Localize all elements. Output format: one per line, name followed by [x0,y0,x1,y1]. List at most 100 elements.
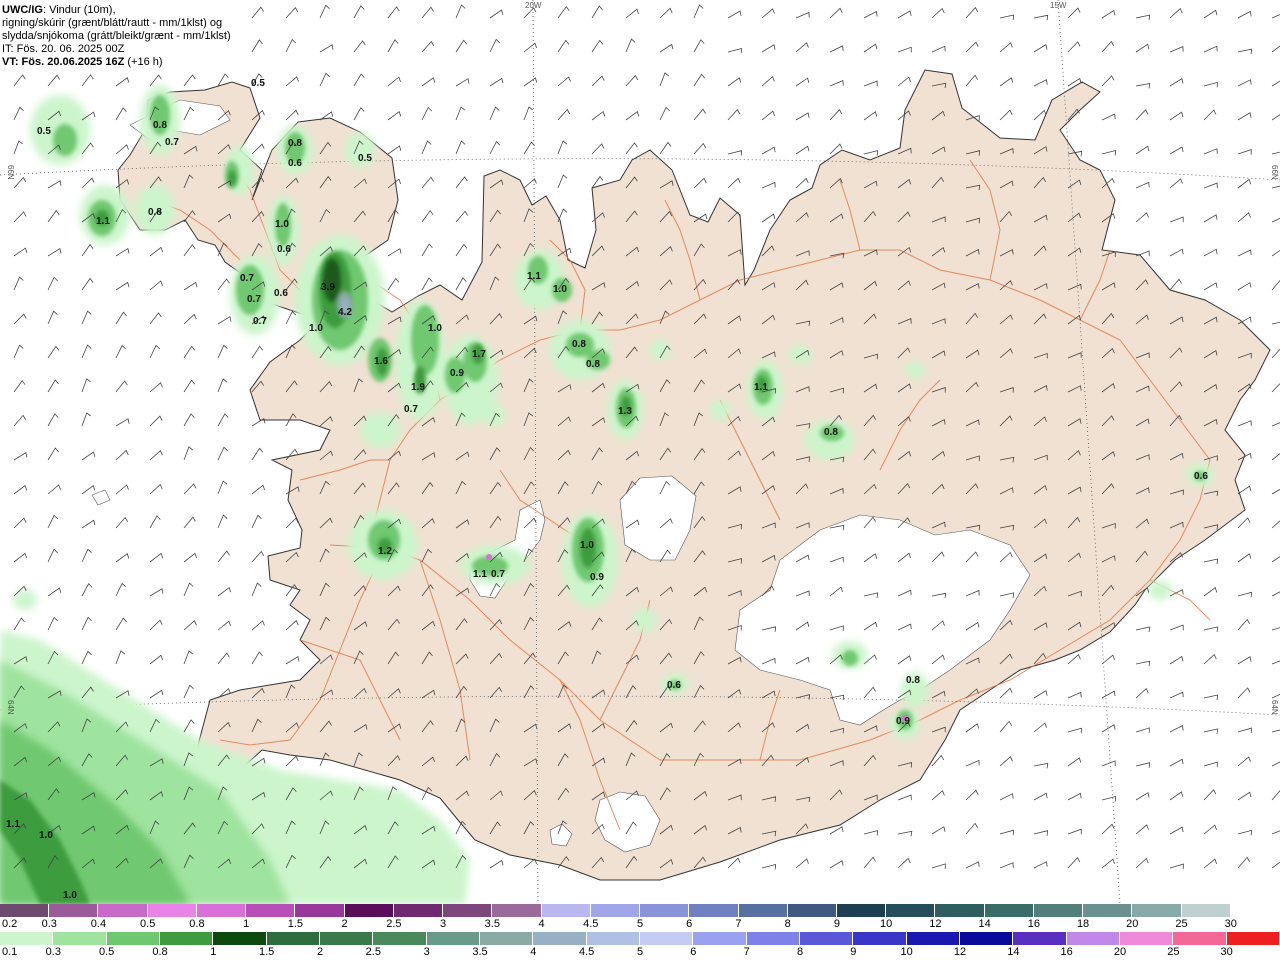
legend-swatch [984,904,1034,917]
precip-label: 0.7 [404,404,418,415]
legend-swatch [295,904,345,917]
precip-label: 0.8 [148,207,162,218]
legend-label: 7 [743,946,750,958]
legend-swatch [159,932,214,945]
legend-swatch [106,932,160,945]
precip-label: 1.3 [618,406,632,417]
legend-swatch [693,932,747,945]
legend-label: 1.5 [287,918,304,930]
legend-label: 14 [978,918,991,930]
precip-label: 0.6 [1194,471,1208,482]
snow-color-legend [0,904,1280,917]
precip-label: 0.8 [586,359,600,370]
legend-swatch [1013,932,1067,945]
precip-label: 1.1 [473,569,487,580]
legend-swatch [53,932,107,945]
lon-label-20w: 20W [525,1,542,10]
lat-label-66n-left: 66N [6,165,15,180]
legend-label: 14 [1007,946,1020,958]
precip-label: 0.9 [450,368,464,379]
legend-swatch [147,904,197,917]
initial-time: IT: Fös. 20. 06. 2025 00Z [2,43,125,55]
legend-swatch [639,932,694,945]
legend-label: 25 [1175,918,1188,930]
precip-label: 0.7 [247,294,261,305]
lat-label-66n-right: 66N [1270,165,1279,180]
legend-swatch [586,932,640,945]
legend-swatch [266,932,320,945]
precip-label: 1.2 [378,546,392,557]
snow-legend-labels: 0.2 0.3 0.4 0.5 0.8 1 1.5 2 2.5 3 3.5 4 4.5 5 6 7 8 9 10 12… [0,918,1280,932]
precip-label: 1.0 [553,284,567,295]
legend-swatch [196,904,247,917]
legend-swatch [1226,932,1280,945]
precip-label: 1.0 [428,323,442,334]
legend-swatch [1230,904,1280,917]
legend-label: 10 [900,946,913,958]
legend-label: 30 [1220,946,1233,958]
precip-label: 0.7 [240,273,254,284]
precip-label: 0.8 [572,339,586,350]
legend-label: 0.3 [45,946,61,958]
legend-swatch [426,932,480,945]
legend-label: 5 [636,946,644,958]
precip-label: 1.6 [374,356,388,367]
legend-swatch [1173,932,1227,945]
legend-swatch [787,904,837,917]
legend-label: 1 [243,918,250,930]
legend-label: 0.8 [152,946,168,958]
legend-label: 0.2 [2,918,18,930]
precip-label: 0.8 [153,120,167,131]
legend-swatch [1083,904,1133,917]
precip-label: 1.1 [6,819,20,830]
lon-label-15w: 15W [1050,1,1067,10]
legend-swatch [590,904,641,917]
legend-label: 10 [880,918,893,930]
precip-label: 0.6 [288,158,302,169]
legend-label: 16 [1027,918,1040,930]
legend-label: 18 [1076,918,1090,930]
legend-label: 3.5 [484,918,500,930]
forecast-offset: (+16 h) [127,56,163,68]
precip-label: 3.9 [321,282,335,293]
legend-swatch [959,932,1014,945]
legend-swatch [443,904,493,917]
precip-label: 0.7 [491,569,505,580]
precip-label: 1.7 [472,349,486,360]
legend-label: 1.5 [259,946,275,958]
legend-label: 2 [316,946,324,958]
legend-label: 0.5 [140,918,156,930]
legend-label: 0.8 [189,918,205,930]
legend-label: 0.1 [2,946,18,958]
legend-label: 3.5 [472,946,488,958]
legend-swatch [689,904,739,917]
legend-label: 7 [735,918,742,930]
legend-label: 9 [833,918,840,930]
legend-swatch [836,904,887,917]
legend-label: 2.5 [386,918,402,930]
legend-swatch [393,904,444,917]
legend-swatch [886,904,936,917]
legend-swatch [319,932,374,945]
legend-swatch [49,904,99,917]
legend-swatch [0,932,54,945]
info-line-2: rigning/skúrir (grænt/blátt/rautt - mm/1… [2,17,223,29]
legend-swatch [246,904,296,917]
legend-label: 16 [1060,946,1073,958]
legend-label: 4.5 [583,918,599,930]
legend-label: 4 [530,946,537,958]
legend-swatch [935,904,985,917]
legend-swatch [533,932,587,945]
precip-label: 0.9 [896,716,910,727]
legend-label: 2.5 [365,946,381,958]
weather-map[interactable]: 20W 15W 66N 66N 64N 64N 0.5 0.5 0.8 0.7 … [0,0,1280,904]
precip-label: 1.1 [754,382,768,393]
precip-label: 0.8 [288,138,302,149]
legend-swatch [344,904,394,917]
legend-swatch [738,904,788,917]
precip-label: 0.6 [667,680,681,691]
legend-label: 4 [538,918,545,930]
precip-label: 0.7 [165,137,179,148]
legend-swatch [1033,904,1084,917]
variable-desc: : Vindur (10m), [42,4,116,16]
